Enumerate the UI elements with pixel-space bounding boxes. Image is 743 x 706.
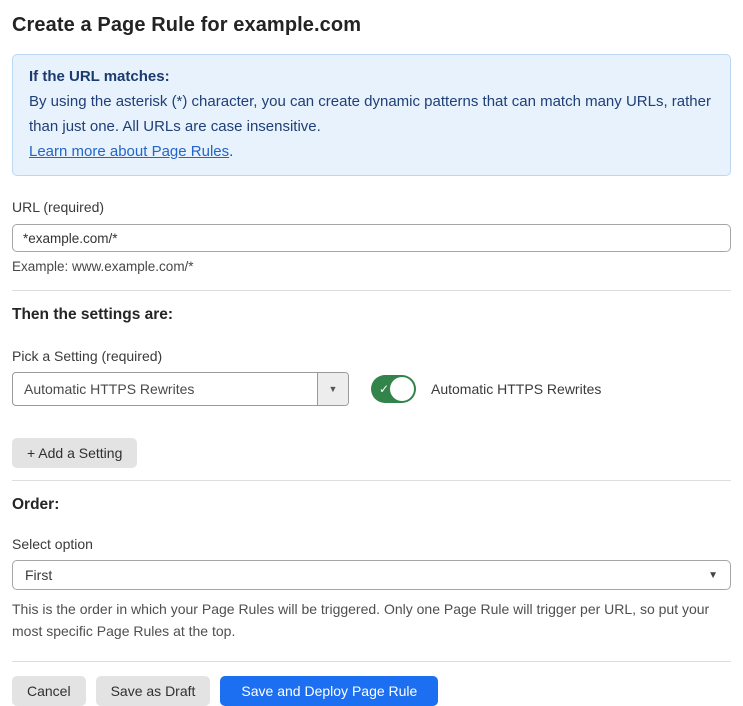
url-example-text: Example: www.example.com/* xyxy=(12,259,194,274)
divider xyxy=(12,480,731,481)
info-box-body: By using the asterisk (*) character, you… xyxy=(29,89,714,139)
add-setting-button[interactable]: + Add a Setting xyxy=(12,438,138,468)
url-input[interactable] xyxy=(12,224,731,252)
setting-row: Automatic HTTPS Rewrites ▼ ✓ Automatic H… xyxy=(12,372,731,406)
order-select[interactable]: First ▼ xyxy=(12,560,731,590)
setting-select[interactable]: Automatic HTTPS Rewrites ▼ xyxy=(12,372,349,406)
url-field-label: URL (required) xyxy=(12,199,105,215)
create-page-rule-panel: Create a Page Rule for example.com If th… xyxy=(0,14,743,706)
order-section-heading: Order: xyxy=(12,496,60,513)
chevron-down-icon: ▼ xyxy=(708,569,718,581)
divider xyxy=(12,290,731,291)
toggle-knob xyxy=(390,377,414,401)
info-box-link-line: Learn more about Page Rules. xyxy=(29,139,714,164)
setting-select-value: Automatic HTTPS Rewrites xyxy=(24,381,195,397)
order-select-label: Select option xyxy=(12,536,93,552)
toggle-label: Automatic HTTPS Rewrites xyxy=(431,381,602,397)
url-matches-info-box: If the URL matches: By using the asteris… xyxy=(12,54,731,176)
chevron-down-icon: ▼ xyxy=(328,384,338,394)
check-icon: ✓ xyxy=(379,382,390,396)
order-help-text: This is the order in which your Page Rul… xyxy=(12,601,710,639)
divider xyxy=(12,661,731,662)
link-suffix: . xyxy=(229,143,234,160)
save-as-draft-button[interactable]: Save as Draft xyxy=(95,676,211,706)
info-box-body-text: By using the asterisk (*) character, you… xyxy=(29,93,711,135)
settings-section-heading: Then the settings are: xyxy=(12,306,174,323)
setting-select-dropdown-button[interactable]: ▼ xyxy=(317,373,348,405)
order-select-value: First xyxy=(25,567,53,583)
page-title: Create a Page Rule for example.com xyxy=(12,14,362,36)
pick-setting-label: Pick a Setting (required) xyxy=(12,348,163,364)
automatic-https-rewrites-toggle[interactable]: ✓ xyxy=(371,375,416,403)
save-and-deploy-button[interactable]: Save and Deploy Page Rule xyxy=(220,676,439,706)
cancel-button[interactable]: Cancel xyxy=(12,676,86,706)
footer-actions: Cancel Save as Draft Save and Deploy Pag… xyxy=(12,676,731,706)
info-box-heading: If the URL matches: xyxy=(29,68,170,85)
learn-more-link[interactable]: Learn more about Page Rules xyxy=(29,143,229,160)
